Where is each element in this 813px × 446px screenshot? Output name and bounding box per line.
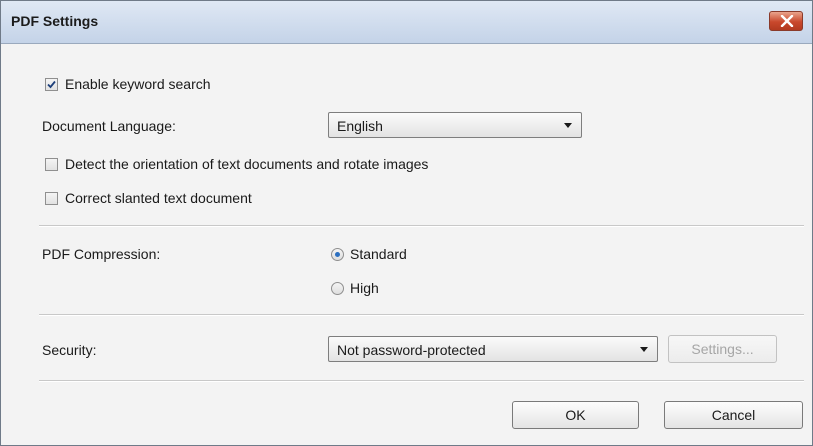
- chevron-down-icon: [640, 347, 648, 352]
- ok-button[interactable]: OK: [512, 401, 639, 429]
- detect-orientation-checkbox[interactable]: [45, 158, 58, 171]
- keyword-search-label[interactable]: Enable keyword search: [65, 76, 211, 92]
- cancel-button[interactable]: Cancel: [664, 401, 803, 429]
- document-language-select[interactable]: English: [328, 112, 582, 138]
- security-select[interactable]: Not password-protected: [328, 336, 658, 362]
- separator: [39, 225, 804, 227]
- document-language-label: Document Language:: [42, 118, 176, 134]
- separator: [39, 314, 804, 316]
- correct-slanted-checkbox[interactable]: [45, 192, 58, 205]
- compression-standard-label[interactable]: Standard: [350, 246, 407, 262]
- close-button[interactable]: [769, 11, 803, 31]
- compression-high-radio[interactable]: [331, 282, 344, 295]
- radio-selected-dot: [335, 252, 340, 257]
- compression-standard-radio[interactable]: [331, 248, 344, 261]
- chevron-down-icon: [564, 123, 572, 128]
- correct-slanted-label[interactable]: Correct slanted text document: [65, 190, 252, 206]
- title-bar[interactable]: PDF Settings: [1, 1, 812, 44]
- separator: [39, 380, 804, 382]
- compression-high-label[interactable]: High: [350, 280, 379, 296]
- pdf-settings-dialog: PDF Settings Enable keyword search Docum…: [0, 0, 813, 446]
- detect-orientation-label[interactable]: Detect the orientation of text documents…: [65, 156, 428, 172]
- pdf-compression-label: PDF Compression:: [42, 246, 161, 262]
- keyword-search-checkbox[interactable]: [45, 78, 58, 91]
- check-icon: [47, 80, 56, 89]
- security-value: Not password-protected: [337, 342, 486, 358]
- security-label: Security:: [42, 342, 97, 358]
- security-settings-button[interactable]: Settings...: [668, 335, 777, 363]
- window-title: PDF Settings: [11, 13, 99, 29]
- close-icon: [780, 15, 794, 27]
- document-language-value: English: [337, 118, 383, 134]
